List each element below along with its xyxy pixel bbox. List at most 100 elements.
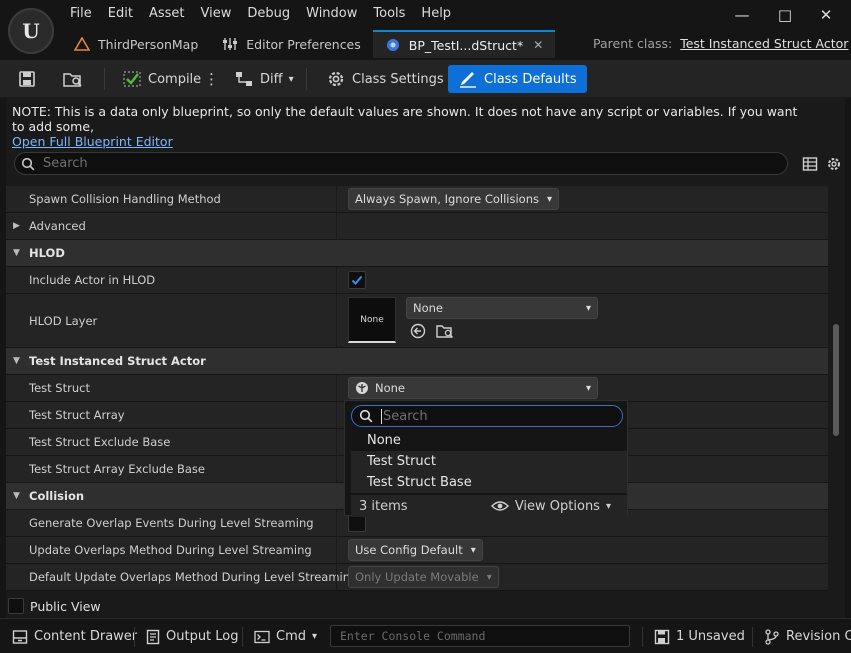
close-tab-icon[interactable]: ✕ — [533, 38, 543, 52]
struct-search-input[interactable]: Search — [351, 405, 623, 427]
property-label: Update Overlaps Method During Level Stre… — [29, 543, 312, 557]
class-defaults-button[interactable]: Class Defaults — [448, 65, 587, 93]
content-drawer-icon — [12, 629, 28, 644]
row-hlod-layer: HLOD Layer None None ▾ — [6, 294, 828, 348]
console-command-input[interactable]: Enter Console Command — [330, 625, 630, 647]
diff-button[interactable]: Diff ▾ — [228, 65, 300, 93]
more-vertical-icon: ⋮ — [204, 70, 219, 88]
collapse-arrow-icon[interactable]: ▼ — [13, 248, 20, 258]
struct-option-none[interactable]: None — [351, 430, 627, 451]
revision-control-button[interactable]: Revision Co — [764, 619, 851, 653]
cmd-label: Cmd — [276, 629, 306, 644]
spawn-collision-combo[interactable]: Always Spawn, Ignore Collisions ▾ — [348, 188, 560, 210]
menu-bar: File Edit Asset View Debug Window Tools … — [62, 4, 459, 26]
content-drawer-button[interactable]: Content Drawer — [12, 619, 137, 653]
menu-edit[interactable]: Edit — [100, 4, 141, 26]
output-log-button[interactable]: Output Log — [146, 619, 239, 653]
compile-button[interactable]: Compile — [116, 65, 207, 93]
chevron-down-icon: ▾ — [486, 571, 492, 583]
category-label: HLOD — [29, 246, 65, 260]
save-button[interactable] — [12, 65, 42, 93]
browse-folder-icon — [63, 73, 82, 87]
revision-control-label: Revision Co — [786, 629, 851, 644]
table-view-icon[interactable] — [802, 156, 818, 172]
class-settings-button[interactable]: Class Settings — [320, 65, 450, 93]
property-label: Test Struct Array Exclude Base — [29, 462, 205, 476]
include-actor-hlod-checkbox[interactable] — [348, 271, 366, 289]
open-full-blueprint-editor-link[interactable]: Open Full Blueprint Editor — [12, 134, 173, 149]
thumbnail-label: None — [360, 314, 384, 325]
gear-icon — [328, 71, 344, 87]
menu-tools[interactable]: Tools — [365, 4, 413, 26]
unreal-logo-icon[interactable]: U — [8, 8, 54, 54]
details-search-input[interactable]: Search — [14, 152, 788, 175]
maximize-button[interactable]: □ — [765, 4, 805, 26]
details-panel-icons — [802, 156, 842, 172]
checkmark-icon — [351, 275, 363, 285]
public-view-checkbox[interactable] — [8, 598, 24, 614]
diff-icon — [236, 72, 252, 86]
note-text: NOTE: This is a data only blueprint, so … — [12, 104, 798, 134]
use-selected-arrow-icon[interactable] — [410, 323, 426, 339]
browse-button[interactable] — [56, 65, 90, 93]
tab-bp-test-instanced-struct[interactable]: BP_TestI...dStruct* ✕ — [372, 30, 556, 58]
popup-footer: 3 items View Options ▾ — [351, 495, 627, 517]
column-divider — [336, 294, 337, 347]
struct-option-test-struct[interactable]: Test Struct — [351, 451, 627, 472]
compile-label: Compile — [148, 71, 202, 87]
menu-help[interactable]: Help — [413, 4, 459, 26]
cmd-selector[interactable]: Cmd ▾ — [254, 619, 317, 653]
column-divider — [336, 186, 337, 212]
title-bar: U File Edit Asset View Debug Window Tool… — [0, 0, 851, 60]
diff-label: Diff — [260, 71, 283, 87]
combo-value: Use Config Default — [355, 543, 463, 557]
menu-file[interactable]: File — [62, 4, 100, 26]
collapse-arrow-icon[interactable]: ▼ — [13, 491, 20, 501]
menu-view[interactable]: View — [193, 4, 240, 26]
expand-arrow-icon[interactable]: ▶ — [13, 221, 20, 231]
browse-folder-icon[interactable] — [436, 323, 454, 339]
sliders-icon — [223, 38, 238, 50]
menu-debug[interactable]: Debug — [239, 4, 298, 26]
document-tabs: ThirdPersonMap Editor Preferences BP_Tes… — [62, 30, 556, 58]
toolbar-separator — [104, 68, 105, 90]
collapse-arrow-icon[interactable]: ▼ — [13, 356, 20, 366]
details-scrollbar-thumb[interactable] — [833, 324, 839, 436]
unsaved-button[interactable]: 1 Unsaved — [654, 619, 745, 653]
close-window-button[interactable]: ✕ — [806, 4, 846, 26]
menu-asset[interactable]: Asset — [141, 4, 193, 26]
public-view-toggle: Public View — [6, 594, 845, 618]
column-divider — [336, 429, 337, 455]
parent-class-link[interactable]: Test Instanced Struct Actor — [680, 36, 848, 51]
view-options-button[interactable]: View Options ▾ — [490, 499, 611, 514]
row-advanced[interactable]: ▶ Advanced — [6, 213, 828, 240]
property-label: Test Struct Exclude Base — [29, 435, 171, 449]
toolbar: Compile ⋮ Diff ▾ Class Settings Class De… — [0, 60, 851, 98]
details-panel: NOTE: This is a data only blueprint, so … — [6, 98, 845, 618]
property-label: HLOD Layer — [29, 313, 98, 328]
tab-thirdpersonmap[interactable]: ThirdPersonMap — [62, 30, 210, 58]
tab-editor-preferences[interactable]: Editor Preferences — [210, 30, 372, 58]
category-label: Test Instanced Struct Actor — [29, 354, 206, 368]
pencil-icon — [460, 72, 476, 88]
hlod-layer-combo[interactable]: None ▾ — [406, 297, 598, 319]
category-test-instanced-struct-actor[interactable]: ▼ Test Instanced Struct Actor — [6, 348, 828, 375]
settings-gear-icon[interactable] — [826, 156, 842, 172]
update-overlaps-combo[interactable]: Use Config Default ▾ — [348, 539, 483, 561]
property-label: Include Actor in HLOD — [29, 273, 156, 287]
property-label: Generate Overlap Events During Level Str… — [29, 516, 314, 530]
property-label: Test Struct Array — [29, 408, 125, 422]
struct-option-test-struct-base[interactable]: Test Struct Base — [351, 472, 627, 493]
hlod-layer-thumbnail[interactable]: None — [348, 297, 396, 343]
status-bar: Content Drawer Output Log Cmd ▾ Enter Co… — [0, 618, 851, 653]
menu-window[interactable]: Window — [298, 4, 365, 26]
parent-class: Parent class: Test Instanced Struct Acto… — [593, 36, 848, 51]
chevron-down-icon: ▾ — [605, 500, 611, 512]
minimize-button[interactable]: — — [722, 4, 762, 26]
combo-value: None — [375, 381, 406, 395]
compile-options-button[interactable]: ⋮ — [198, 65, 225, 93]
category-hlod[interactable]: ▼ HLOD — [6, 240, 828, 267]
test-struct-combo[interactable]: None ▾ — [348, 377, 598, 399]
toolbar-separator — [306, 68, 307, 90]
property-label: Spawn Collision Handling Method — [29, 192, 221, 206]
